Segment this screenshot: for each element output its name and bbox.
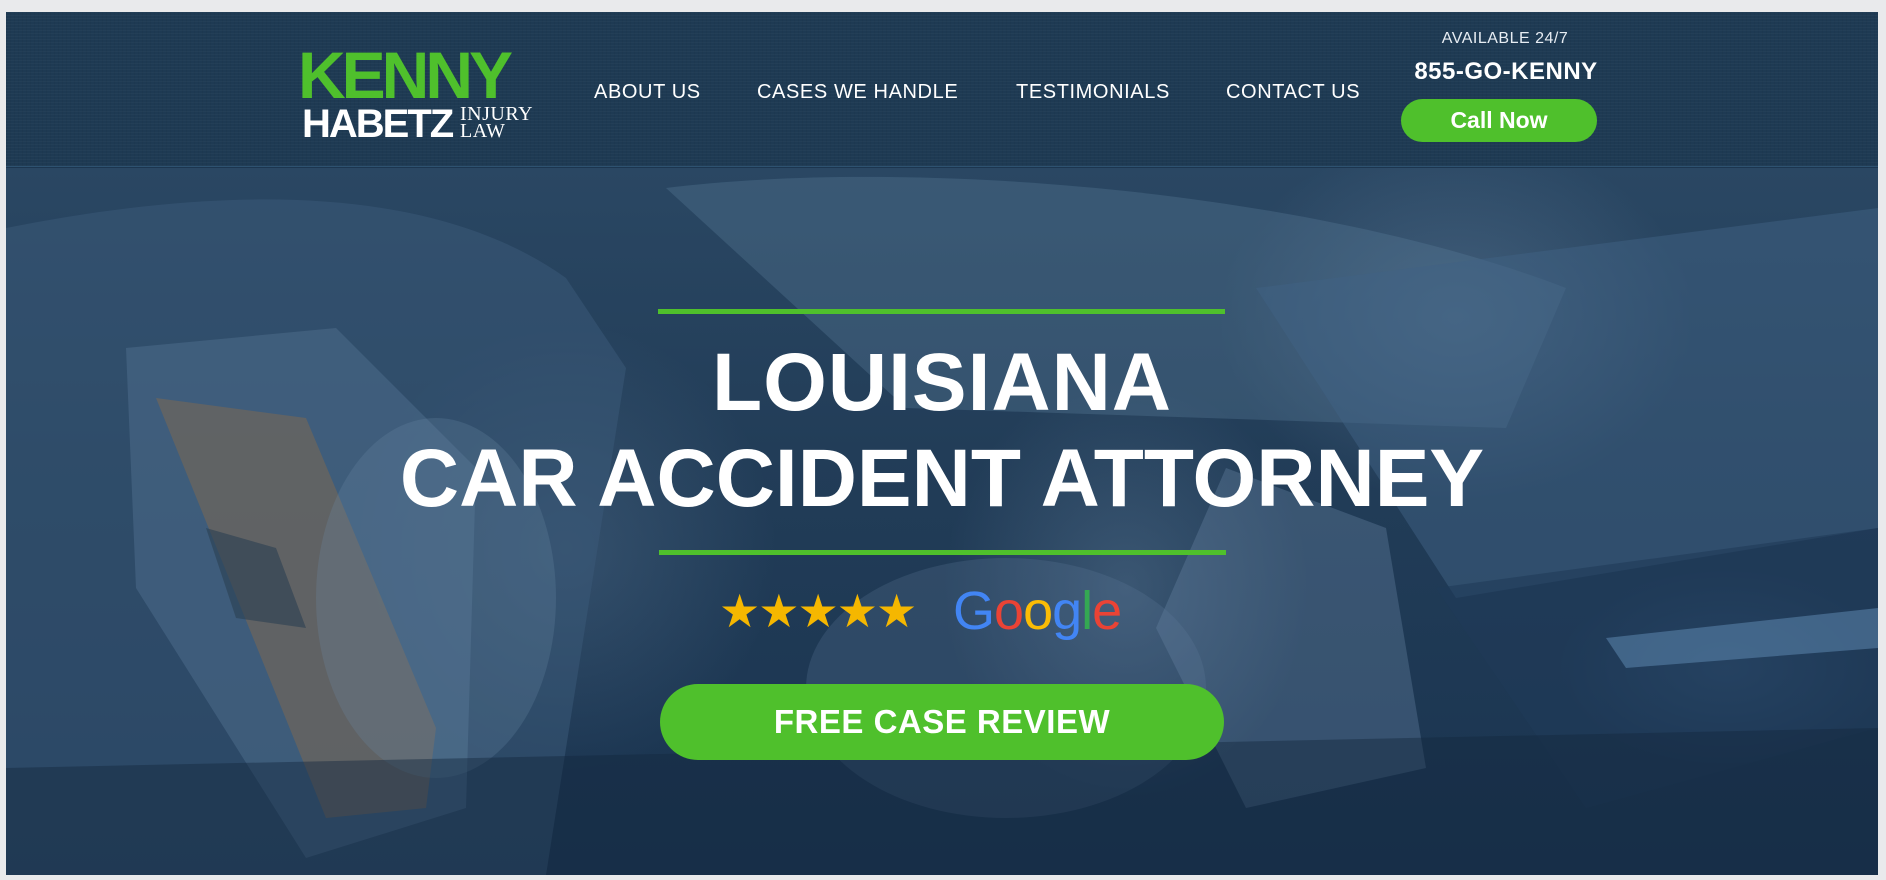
nav-about-us[interactable]: ABOUT US [594,81,701,104]
phone-number-link[interactable]: 855-GO-KENNY [1399,58,1613,86]
logo-injury-law-text: INJURY LAW [460,104,533,142]
five-star-rating-icon: ★★★★★ [719,585,917,637]
hero-title-line-1: LOUISIANA [712,337,1172,428]
logo-kenny-text: KENNY [298,38,513,112]
nav-cases-we-handle[interactable]: CASES WE HANDLE [757,81,958,104]
site-header: KENNY HABETZ INJURY LAW ABOUT US CASES W… [6,12,1878,167]
title-top-divider [658,309,1225,314]
logo-law-text: LAW [460,120,506,142]
logo-habetz-text: HABETZ [302,102,454,146]
nav-contact-us[interactable]: CONTACT US [1226,81,1360,104]
nav-testimonials[interactable]: TESTIMONIALS [1016,81,1170,104]
hero-title-line-2: CAR ACCIDENT ATTORNEY [399,433,1485,524]
availability-text: AVAILABLE 24/7 [1441,30,1569,47]
call-now-button[interactable]: Call Now [1401,99,1597,142]
google-logo: Google [953,581,1122,641]
hero-section: LOUISIANA CAR ACCIDENT ATTORNEY ★★★★★ Go… [6,168,1878,875]
free-case-review-button[interactable]: FREE CASE REVIEW [660,684,1224,760]
title-bottom-divider [659,550,1226,555]
browser-viewport: KENNY HABETZ INJURY LAW ABOUT US CASES W… [6,12,1878,875]
kenny-habetz-logo[interactable]: KENNY HABETZ INJURY LAW [298,38,548,146]
